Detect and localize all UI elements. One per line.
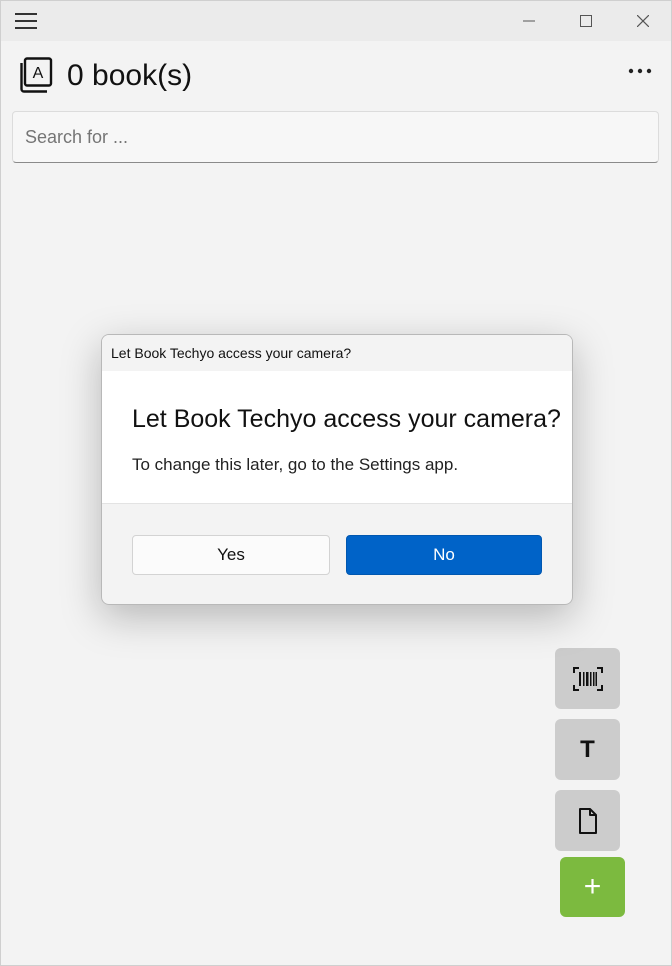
camera-permission-dialog: Let Book Techyo access your camera? Let … bbox=[101, 334, 573, 605]
close-icon bbox=[637, 15, 649, 27]
scan-barcode-button[interactable] bbox=[555, 648, 620, 709]
add-button[interactable]: + bbox=[560, 857, 625, 917]
title-bar bbox=[1, 1, 671, 41]
no-button[interactable]: No bbox=[346, 535, 542, 575]
book-icon: A bbox=[19, 57, 53, 93]
close-button[interactable] bbox=[615, 1, 671, 41]
add-by-file-button[interactable] bbox=[555, 790, 620, 851]
barcode-icon bbox=[572, 666, 603, 691]
hamburger-icon[interactable] bbox=[15, 13, 37, 29]
text-icon: T bbox=[580, 735, 595, 763]
dialog-caption: Let Book Techyo access your camera? bbox=[102, 335, 572, 371]
minimize-icon bbox=[523, 20, 535, 22]
book-count: 0 book(s) bbox=[67, 59, 193, 92]
maximize-button[interactable] bbox=[558, 1, 614, 41]
dialog-body: Let Book Techyo access your camera? To c… bbox=[102, 371, 572, 504]
dialog-title: Let Book Techyo access your camera? bbox=[132, 405, 561, 433]
more-options-button[interactable] bbox=[623, 59, 657, 83]
svg-text:A: A bbox=[33, 65, 44, 82]
more-icon bbox=[628, 68, 652, 74]
search-input[interactable] bbox=[12, 111, 659, 163]
document-icon bbox=[578, 807, 597, 834]
add-by-text-button[interactable]: T bbox=[555, 719, 620, 780]
yes-button[interactable]: Yes bbox=[132, 535, 330, 575]
app-window: A 0 book(s) T bbox=[0, 0, 672, 966]
maximize-icon bbox=[580, 15, 592, 27]
plus-icon: + bbox=[583, 870, 602, 903]
minimize-button[interactable] bbox=[501, 1, 557, 41]
dialog-message: To change this later, go to the Settings… bbox=[132, 455, 459, 474]
header: A 0 book(s) bbox=[1, 41, 671, 111]
